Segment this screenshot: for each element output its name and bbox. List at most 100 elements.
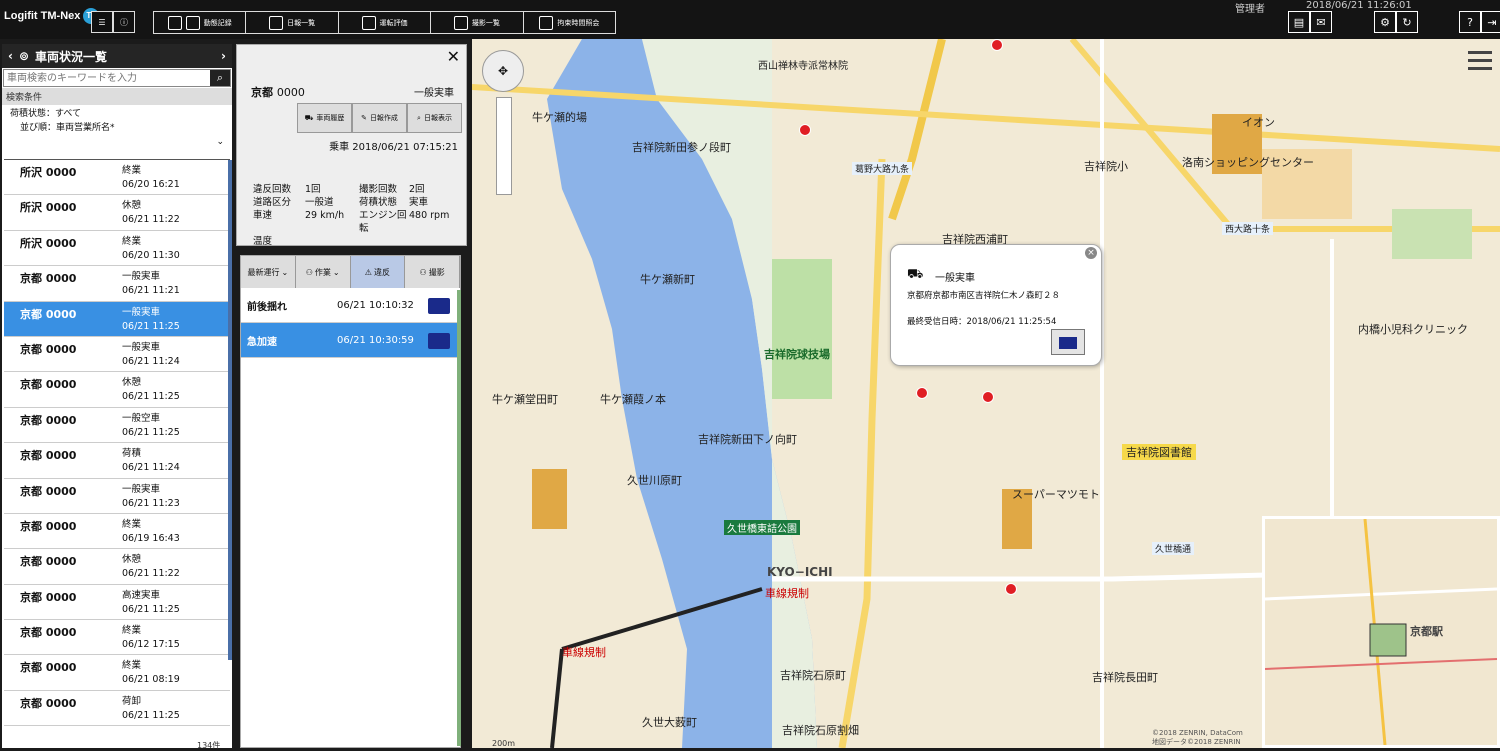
stat-cell [409,235,469,248]
nav-movement-log[interactable]: 動態記録 [154,12,247,33]
vehicle-detail-panel: ✕ 京都 0000 一般実車 ⛟ 車両履歴 ✎ 日報作成 ⌕ 日報表示 乗車 2018… [236,44,469,248]
overview-minimap[interactable]: 京都駅 [1262,516,1500,748]
exit-icon[interactable]: ⇥ [1481,11,1500,33]
map-view[interactable]: ✥ 牛ケ瀬的場 吉祥院新田参ノ段町 牛ケ瀬新町 牛ケ瀬堂田町 牛ケ瀬葭ノ本 吉祥… [472,39,1500,748]
vehicle-history-button[interactable]: ⛟ 車両履歴 [297,103,352,133]
tab-work[interactable]: ⚇ 作業 ⌄ [295,256,351,288]
vehicle-status: 終業 [122,165,142,176]
vehicle-pin[interactable] [991,39,1003,51]
vehicle-row[interactable]: 京都 0000 荷積 06/21 11:24 [4,443,230,479]
chevron-left-icon[interactable]: ‹ [8,49,13,63]
map-label: 洛南ショッピングセンター [1182,156,1314,169]
vehicle-list-panel: ‹ ⊚ 車両状況一覧 › ⌕ 検索条件 荷積状態：すべて 並び順：車両営業所名*… [2,44,232,750]
vehicle-name: 京都 0000 [20,378,77,392]
user-name: 管理者 [1235,4,1265,15]
nav-restraint-time[interactable]: 拘束時間照会 [524,12,615,33]
vehicle-row[interactable]: 京都 0000 終業 06/12 17:15 [4,620,230,656]
vehicle-row[interactable]: 京都 0000 終業 06/19 16:43 [4,514,230,550]
event-scrollbar[interactable] [457,290,461,746]
vehicle-time: 06/21 11:25 [122,426,180,438]
close-icon[interactable]: ✕ [447,47,460,66]
map-label: 牛ケ瀬葭ノ本 [600,393,666,406]
map-zoom-slider[interactable] [496,97,512,195]
help-icon[interactable]: ? [1459,11,1481,33]
mail-icon[interactable]: ✉ [1310,11,1332,33]
stat-cell [305,235,359,248]
create-report-button[interactable]: ✎ 日報作成 [352,103,407,133]
video-camera-icon[interactable] [428,333,450,349]
search-icon[interactable]: ⌕ [210,70,230,86]
vehicle-time: 06/20 11:30 [122,249,180,261]
menu-icon[interactable]: ☰ [91,11,113,33]
vehicle-name: 京都 0000 [20,272,77,286]
vehicle-status: 終業 [122,625,142,637]
vehicle-name: 京都 0000 [20,413,77,427]
vehicle-pin[interactable] [916,387,928,399]
nav-daily-report[interactable]: 日報一覧 [246,12,339,33]
vehicle-status: 高速実車 [122,589,161,601]
edit-icon: ✎ [361,114,367,122]
vehicle-row[interactable]: 京都 0000 一般実車 06/21 11:21 [4,266,230,302]
video-camera-button[interactable] [1051,329,1085,355]
vehicle-list-header: ‹ ⊚ 車両状況一覧 › [2,44,232,68]
event-row[interactable]: 前後揺れ 06/21 10:10:32 [241,288,460,323]
vehicle-name: 京都 0000 [20,661,77,675]
tab-photo[interactable]: ⚇ 撮影 [405,256,460,288]
vehicle-search-input[interactable] [4,70,210,86]
vehicle-time: 06/21 11:25 [122,320,180,332]
vehicle-row[interactable]: 京都 0000 休憩 06/21 11:25 [4,372,230,408]
chevron-right-icon[interactable]: › [221,49,226,63]
video-camera-icon[interactable] [428,298,450,314]
map-copyright: ©2018 ZENRIN, DataCom 地図データ©2018 ZENRIN [1152,729,1243,746]
vehicle-status: 一般実車 [122,341,161,353]
report-icon[interactable]: ▤ [1288,11,1310,33]
nav-driving-eval[interactable]: 運転評価 [339,12,432,33]
vehicle-pin[interactable] [1005,583,1017,595]
map-label: 久世橋東詰公園 [724,520,800,535]
close-icon[interactable]: × [1085,247,1097,259]
vehicle-row[interactable]: 所沢 0000 休憩 06/21 11:22 [4,195,230,231]
vehicle-name: 所沢 0000 [20,236,77,250]
vehicle-list-scrollbar[interactable] [228,160,232,660]
event-row[interactable]: 急加速 06/21 10:30:59 [241,323,460,358]
vehicle-row[interactable]: 所沢 0000 終業 06/20 16:21 [4,160,230,196]
vehicle-pin[interactable] [799,124,811,136]
search-conditions[interactable]: 荷積状態：すべて 並び順：車両営業所名* ⌄ [2,105,232,151]
top-bar: Logifit TM-Nex TP ☰ ⓘ 動態記録 日報一覧 運転評価 撮影一… [0,0,1500,39]
selected-vehicle-pin[interactable] [982,391,994,403]
vehicle-row[interactable]: 所沢 0000 終業 06/20 11:30 [4,231,230,267]
vehicle-row[interactable]: 京都 0000 高速実車 06/21 11:25 [4,585,230,621]
panel-title: 車両状況一覧 [35,49,108,64]
map-label: スーパーマツモト [1012,488,1100,501]
search-report-icon: ⌕ [417,113,421,122]
vehicle-state: 一般実車 [414,88,454,99]
vehicle-row[interactable]: 京都 0000 一般空車 06/21 11:25 [4,408,230,444]
settings-gear-icon[interactable]: ⚙ [1374,11,1396,33]
vehicle-status: 一般実車 [122,483,161,495]
map-pan-control[interactable]: ✥ [482,50,524,92]
tab-violation[interactable]: ⚠ 違反 [350,256,406,288]
map-label: 吉祥院新田下ノ向町 [698,433,797,446]
evaluation-icon [361,15,376,30]
map-label: KYO−ICHI [767,565,833,579]
vehicle-time: 06/21 11:25 [122,603,180,615]
vehicle-row[interactable]: 京都 0000 休憩 06/21 11:22 [4,549,230,585]
nav-photo-list[interactable]: 撮影一覧 [431,12,524,33]
event-panel: 最新運行 ⌄ ⚇ 作業 ⌄ ⚠ 違反 ⚇ 撮影 前後揺れ 06/21 10:10:32 急加… [240,255,461,748]
vehicle-time: 06/21 11:25 [122,391,180,403]
vehicle-row[interactable]: 京都 0000 一般実車 06/21 11:24 [4,337,230,373]
refresh-icon[interactable]: ↻ [1396,11,1418,33]
vehicle-time: 06/19 16:43 [122,532,180,544]
vehicle-row[interactable]: 京都 0000 一般実車 06/21 11:23 [4,479,230,514]
map-menu-icon[interactable] [1468,51,1492,71]
vehicle-row[interactable]: 京都 0000 一般実車 06/21 11:25 [4,301,230,337]
stat-cell: 一般道 [305,197,334,208]
vehicle-row[interactable]: 京都 0000 荷卸 06/21 11:25 [4,691,230,727]
chevron-down-icon[interactable]: ⌄ [10,135,224,149]
vehicle-row[interactable]: 京都 0000 終業 06/21 08:19 [4,655,230,691]
tab-latest-trip[interactable]: 最新運行 ⌄ [241,256,296,288]
vehicle-status: 一般実車 [122,306,161,318]
show-report-button[interactable]: ⌕ 日報表示 [407,103,462,133]
info-icon[interactable]: ⓘ [113,11,135,33]
stat-cell [359,235,409,248]
